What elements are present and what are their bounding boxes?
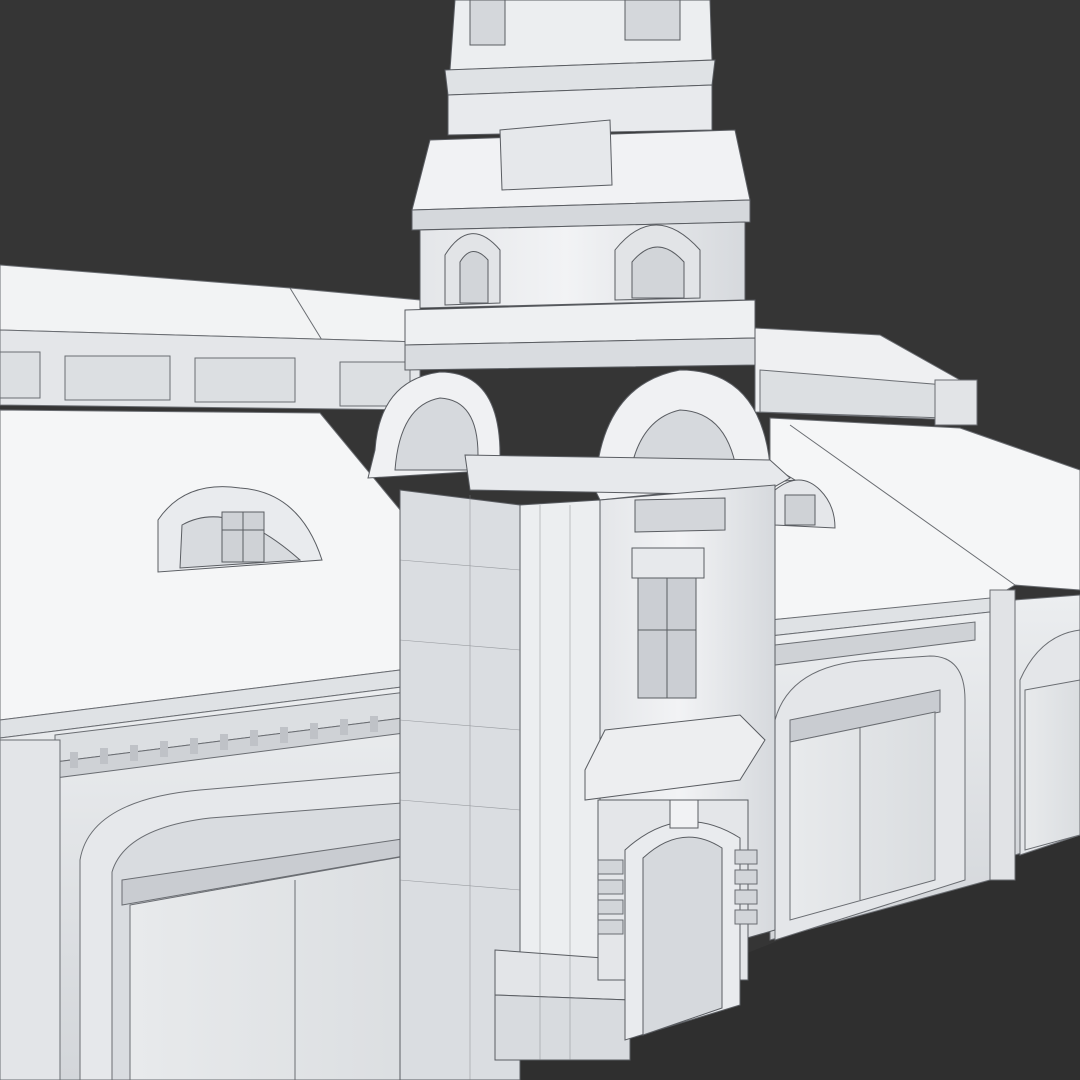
render-viewport [0,0,1080,1080]
tower-belfry [404,221,756,371]
left-wing-upper-roof [0,264,421,411]
building-model [0,0,1080,1080]
tower-arched-gables [367,369,797,501]
tower-upper-stage [411,0,751,231]
